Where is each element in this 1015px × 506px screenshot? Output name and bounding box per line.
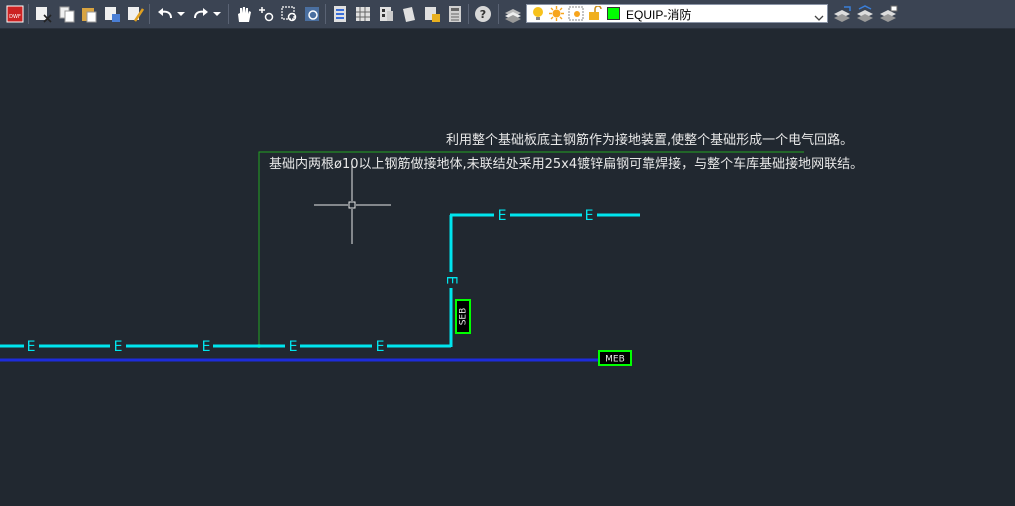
- conductor-e-label: E: [289, 339, 298, 355]
- note-line-2: 基础内两根ø10以上钢筋做接地体,未联结处采用25x4镀锌扁钢可靠焊接，与整个车…: [269, 156, 863, 172]
- layer-name: EQUIP-消防: [626, 8, 692, 22]
- layer-on-icon[interactable]: [531, 6, 545, 25]
- layer-viewport-freeze-icon[interactable]: [568, 6, 584, 25]
- make-current-layer-icon[interactable]: [831, 3, 853, 25]
- layer-thaw-icon[interactable]: [549, 6, 564, 25]
- layer-previous-icon[interactable]: [854, 3, 876, 25]
- conductor-e-label: E: [376, 339, 385, 355]
- help-icon[interactable]: ?: [472, 3, 494, 25]
- match-properties-icon[interactable]: [101, 3, 123, 25]
- dwf-publish-icon[interactable]: DWF: [4, 3, 26, 25]
- redo-dropdown-icon[interactable]: [210, 3, 224, 25]
- undo-dropdown-icon[interactable]: [174, 3, 188, 25]
- pan-icon[interactable]: [232, 3, 254, 25]
- layer-properties-icon[interactable]: [502, 3, 524, 25]
- copy-icon[interactable]: [56, 3, 78, 25]
- zoom-realtime-icon[interactable]: [255, 3, 277, 25]
- seb-label: SEB: [459, 308, 469, 326]
- drawing-canvas[interactable]: 利用整个基础板底主钢筋作为接地装置,使整个基础形成一个电气回路。 基础内两根ø1…: [0, 29, 1015, 506]
- conductor-e-label-vertical: E: [443, 276, 459, 285]
- conductor-e-label: E: [585, 208, 594, 224]
- properties-icon[interactable]: [329, 3, 351, 25]
- layer-unlock-icon[interactable]: [588, 5, 602, 25]
- meb-label: MEB: [605, 355, 625, 365]
- note-leader-line: [258, 151, 804, 346]
- redo-icon[interactable]: [190, 3, 212, 25]
- crosshair-cursor: [314, 166, 391, 244]
- layer-color-swatch: [607, 7, 620, 20]
- undo-icon[interactable]: [154, 3, 176, 25]
- conductor-e-label: E: [27, 339, 36, 355]
- zoom-previous-icon[interactable]: [301, 3, 323, 25]
- tool-palettes-icon[interactable]: [375, 3, 397, 25]
- layer-dropdown-arrow-icon[interactable]: [814, 8, 824, 27]
- conductor-e-label: E: [498, 208, 507, 224]
- layer-dropdown[interactable]: EQUIP-消防: [526, 4, 828, 23]
- cut-icon[interactable]: [32, 3, 54, 25]
- calculator-icon[interactable]: [444, 3, 466, 25]
- conductor-e-label: E: [114, 339, 123, 355]
- sheet-set-icon[interactable]: [398, 3, 420, 25]
- dwf-label: DWF: [9, 14, 21, 20]
- markup-icon[interactable]: [421, 3, 443, 25]
- layer-state-icon[interactable]: [877, 3, 899, 25]
- conductor-e-label: E: [202, 339, 211, 355]
- note-line-1: 利用整个基础板底主钢筋作为接地装置,使整个基础形成一个电气回路。: [446, 132, 853, 148]
- paste-icon[interactable]: [78, 3, 100, 25]
- design-center-icon[interactable]: [352, 3, 374, 25]
- standard-toolbar: DWF ? EQUIP-消防: [0, 0, 1015, 29]
- brush-icon[interactable]: [124, 3, 146, 25]
- svg-text:?: ?: [480, 8, 486, 21]
- zoom-window-icon[interactable]: [278, 3, 300, 25]
